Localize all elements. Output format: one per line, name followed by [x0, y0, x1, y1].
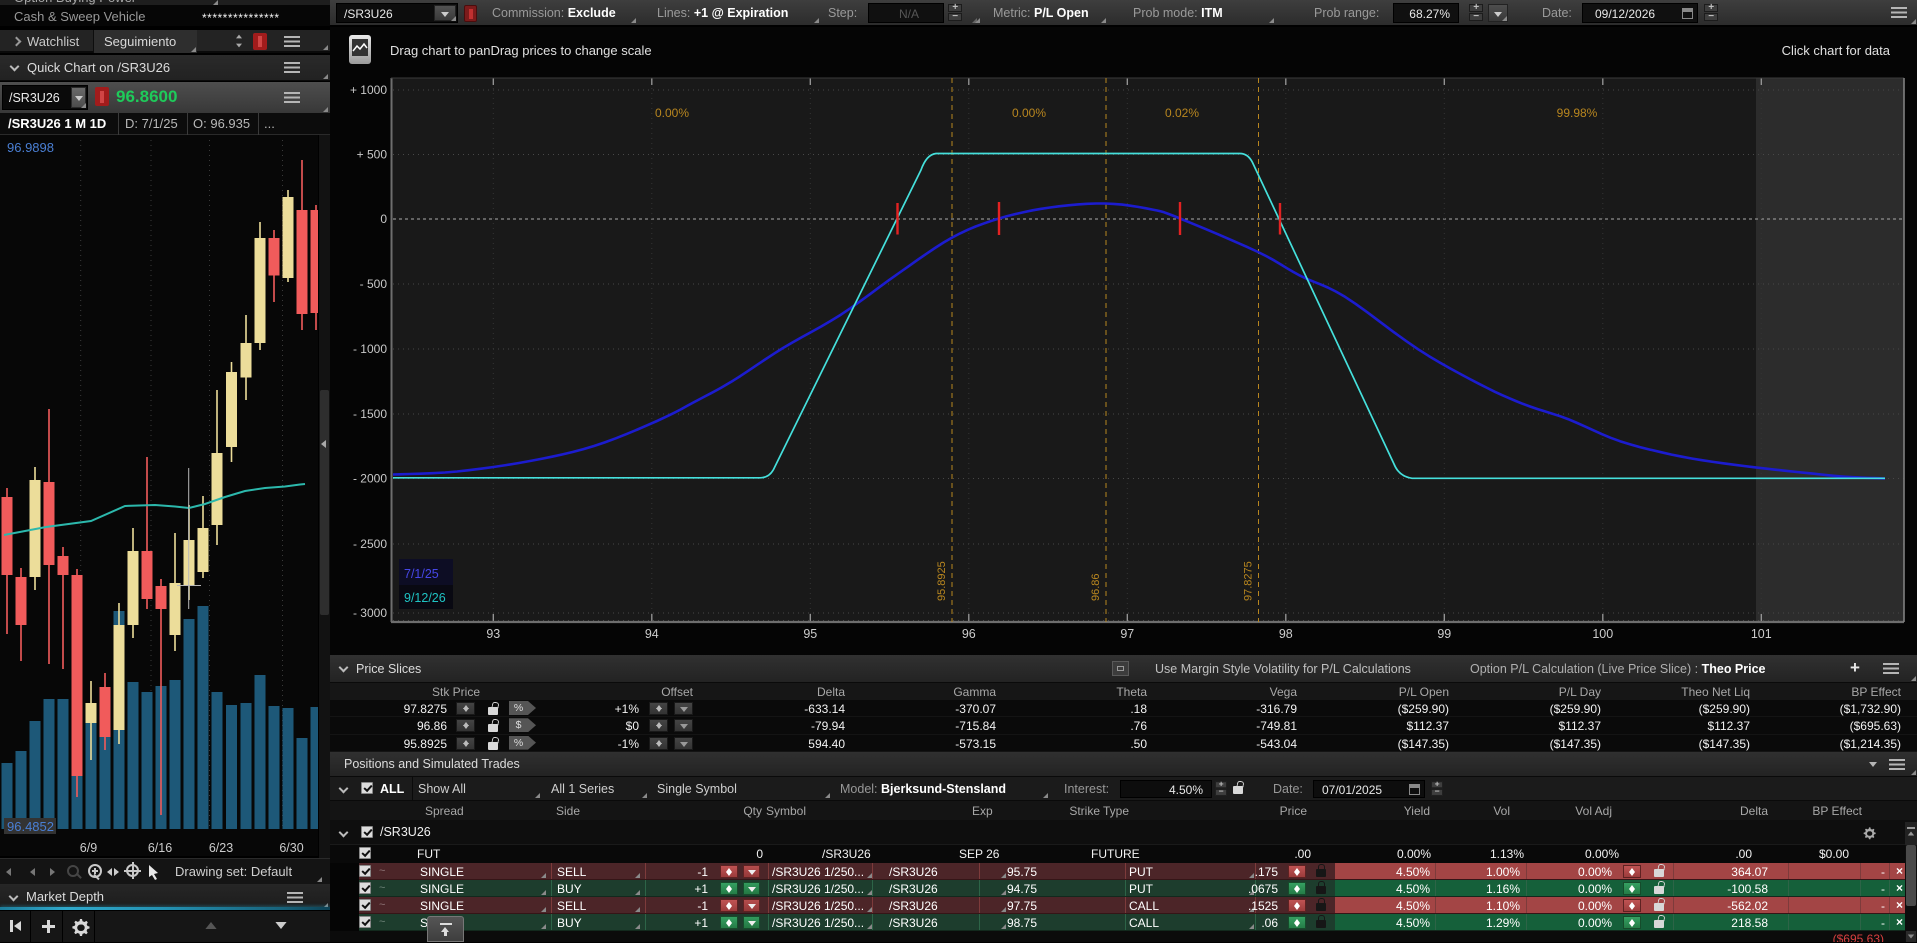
svg-text:0.00%: 0.00% — [1012, 106, 1046, 120]
svg-text:+ 1000: + 1000 — [350, 83, 387, 97]
svg-text:97: 97 — [1120, 627, 1134, 641]
svg-text:- 3000: - 3000 — [353, 606, 387, 620]
svg-text:7/1/25: 7/1/25 — [404, 567, 439, 581]
svg-text:0: 0 — [380, 212, 387, 226]
svg-text:0.00%: 0.00% — [655, 106, 689, 120]
svg-text:0.02%: 0.02% — [1165, 106, 1199, 120]
svg-text:6/23: 6/23 — [209, 841, 233, 855]
svg-text:+ 500: + 500 — [357, 148, 388, 162]
svg-text:99.98%: 99.98% — [1557, 106, 1598, 120]
svg-text:- 2000: - 2000 — [353, 472, 387, 486]
svg-text:- 500: - 500 — [360, 277, 388, 291]
svg-text:99: 99 — [1437, 627, 1451, 641]
svg-text:- 1500: - 1500 — [353, 407, 387, 421]
svg-text:6/9: 6/9 — [80, 841, 97, 855]
svg-text:9/12/26: 9/12/26 — [404, 591, 446, 605]
svg-text:93: 93 — [486, 627, 500, 641]
svg-text:6/16: 6/16 — [148, 841, 172, 855]
svg-text:94: 94 — [645, 627, 659, 641]
svg-text:96.9898: 96.9898 — [7, 140, 54, 155]
svg-text:- 2500: - 2500 — [353, 537, 387, 551]
svg-text:6/30: 6/30 — [279, 841, 303, 855]
svg-text:101: 101 — [1751, 627, 1772, 641]
svg-text:97.8275: 97.8275 — [1243, 561, 1255, 601]
svg-text:96.86: 96.86 — [1090, 573, 1102, 601]
svg-text:95.8925: 95.8925 — [936, 561, 948, 601]
svg-text:100: 100 — [1592, 627, 1613, 641]
svg-text:96: 96 — [962, 627, 976, 641]
svg-text:98: 98 — [1279, 627, 1293, 641]
svg-text:95: 95 — [803, 627, 817, 641]
svg-text:- 1000: - 1000 — [353, 342, 387, 356]
svg-text:96.4852: 96.4852 — [7, 819, 54, 834]
